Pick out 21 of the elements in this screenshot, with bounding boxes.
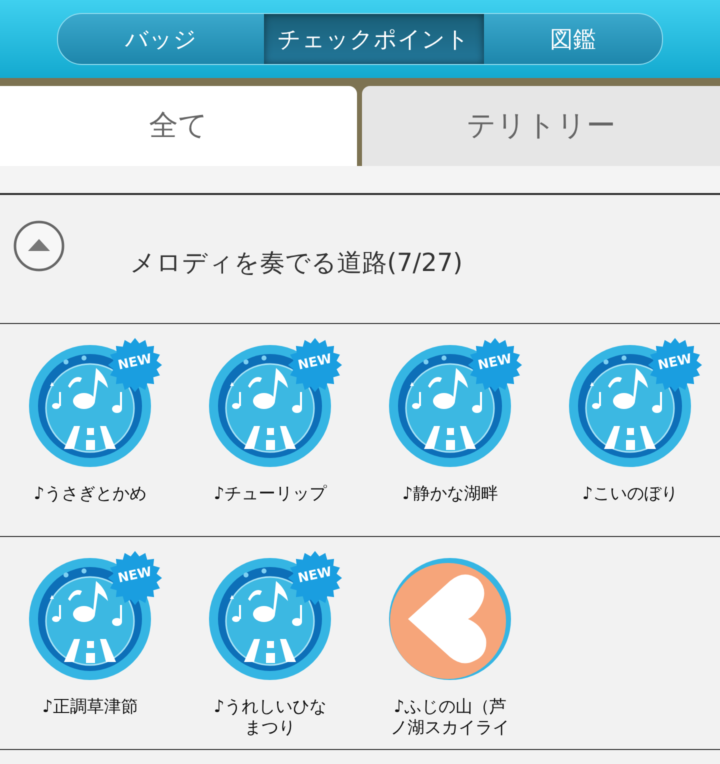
badge-label: ♪静かな湖畔	[401, 484, 499, 505]
new-badge: NEW	[288, 551, 342, 605]
new-badge: NEW	[648, 338, 702, 392]
new-badge: NEW	[468, 338, 522, 392]
new-badge: NEW	[288, 338, 342, 392]
new-badge: NEW	[108, 551, 162, 605]
segment-tab[interactable]: 図鑑	[484, 14, 662, 64]
badge-label: ♪うれしいひなまつり	[212, 697, 328, 739]
badge-label: ♪チューリップ	[212, 484, 328, 505]
filter-tab[interactable]: 全て	[0, 86, 356, 166]
section-title: メロディを奏でる道路(7/27)	[130, 246, 463, 278]
segment-tab[interactable]: チェックポイント	[264, 14, 484, 64]
segment-tab[interactable]: バッジ	[58, 14, 264, 64]
badge-label: ♪ふじの山（芦ノ湖スカイライ	[390, 697, 510, 739]
badge-label: ♪こいのぼり	[581, 484, 679, 505]
collapse-icon[interactable]	[12, 219, 66, 273]
heart-badge-icon	[388, 557, 512, 681]
badge-label: ♪うさぎとかめ	[32, 484, 148, 505]
badge-label: ♪正調草津節	[41, 697, 139, 718]
new-badge: NEW	[108, 338, 162, 392]
filter-tab[interactable]: テリトリー	[362, 86, 720, 166]
